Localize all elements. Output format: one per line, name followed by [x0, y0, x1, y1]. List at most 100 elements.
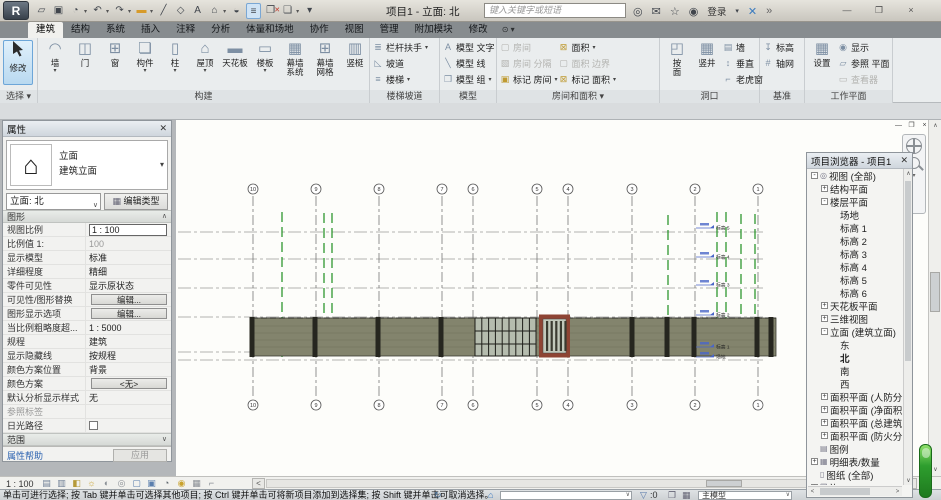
tab-系统[interactable]: 系统: [98, 22, 133, 38]
tool-显示[interactable]: ◉显示: [837, 39, 890, 55]
section-extents[interactable]: 范围∨: [3, 433, 171, 446]
browser-scroll-left-icon[interactable]: <: [808, 489, 817, 495]
tool-门[interactable]: ◫门: [70, 39, 100, 68]
panel-label[interactable]: 楼梯坡道: [370, 90, 439, 103]
property-value[interactable]: 1 : 5000: [85, 321, 171, 334]
section-icon[interactable]: ◒: [229, 3, 244, 19]
worksets-icon[interactable]: ⌂: [488, 490, 493, 500]
crop-view-icon[interactable]: ▢: [131, 478, 143, 489]
tree-item-族[interactable]: +❒族: [808, 481, 902, 485]
browser-scroll-right-icon[interactable]: >: [893, 489, 902, 495]
tab-注释[interactable]: 注释: [168, 22, 203, 38]
show-crop-region-icon[interactable]: ▣: [146, 478, 158, 489]
switch-windows-icon[interactable]: ❏: [280, 3, 295, 19]
project-browser-close-icon[interactable]: ✕: [900, 155, 908, 166]
tool-窗[interactable]: ⊞窗: [100, 39, 130, 68]
property-edit-field[interactable]: 1 : 100: [89, 224, 167, 236]
property-value[interactable]: 显示原状态: [85, 279, 171, 292]
panel-label[interactable]: 基准: [760, 90, 804, 103]
exchange-apps-icon[interactable]: ✕: [748, 5, 757, 18]
measure-icon-dropdown[interactable]: ▾: [150, 8, 153, 15]
tag-by-category-icon[interactable]: ◇: [173, 3, 188, 19]
sync-with-central-icon-dropdown[interactable]: ▾: [84, 8, 87, 15]
browser-vertical-scrollbar[interactable]: ∧ ∨: [903, 169, 912, 485]
楼板-dropdown-icon[interactable]: ▾: [250, 68, 280, 74]
sun-path-icon[interactable]: ☼: [86, 478, 98, 489]
signin-label[interactable]: 登录: [707, 4, 726, 18]
tool-构件[interactable]: ❏构件▾: [130, 39, 160, 74]
panel-label[interactable]: 模型: [440, 90, 496, 103]
panel-label-select[interactable]: 选择 ▾: [0, 90, 37, 103]
tool-模型 文字[interactable]: A模型 文字: [442, 39, 495, 55]
tree-item-面积平面 (人防分[interactable]: +面积平面 (人防分: [808, 390, 902, 403]
墙-dropdown-icon[interactable]: ▾: [40, 68, 70, 74]
tool-老虎窗[interactable]: ⌐老虎窗: [722, 71, 763, 87]
text-icon[interactable]: A: [190, 3, 205, 19]
minimize-button[interactable]: —: [836, 2, 858, 18]
view-restore-icon[interactable]: ❐: [907, 121, 916, 130]
scroll-left-icon[interactable]: <: [252, 478, 265, 489]
expand-icon[interactable]: +: [821, 432, 828, 439]
tool-设置[interactable]: ▦设置: [807, 39, 837, 68]
标记 面积-dropdown-icon[interactable]: ▾: [613, 76, 616, 83]
tab-建筑[interactable]: 建筑: [28, 22, 63, 38]
close-hidden-windows-icon[interactable]: ❐✕: [263, 3, 278, 19]
tab-体量和场地[interactable]: 体量和场地: [238, 22, 302, 38]
tree-item-面积平面 (净面积[interactable]: +面积平面 (净面积: [808, 403, 902, 416]
panel-label[interactable]: 构建: [38, 90, 369, 103]
property-button[interactable]: <无>: [91, 378, 167, 389]
tab-附加模块[interactable]: 附加模块: [407, 22, 461, 38]
panel-label[interactable]: 房间和面积 ▾: [497, 90, 659, 103]
tab-协作[interactable]: 协作: [302, 22, 337, 38]
柱-dropdown-icon[interactable]: ▾: [160, 68, 190, 74]
selection-cycle-icon[interactable]: ↻: [434, 490, 442, 500]
expand-icon[interactable]: +: [821, 406, 828, 413]
type-selector-dropdown-icon[interactable]: ▾: [160, 160, 164, 169]
tool-标高[interactable]: ↧标高: [762, 39, 794, 55]
tab-结构[interactable]: 结构: [63, 22, 98, 38]
property-value[interactable]: 100: [85, 237, 171, 250]
properties-close-icon[interactable]: ✕: [159, 123, 167, 134]
vertical-scroll-thumb[interactable]: [930, 272, 940, 312]
property-value[interactable]: 按规程: [85, 349, 171, 362]
drawing-vertical-scrollbar[interactable]: ∧ ∨: [928, 120, 941, 476]
tab-修改[interactable]: 修改: [461, 22, 496, 38]
close-button[interactable]: ×: [900, 2, 922, 18]
屋顶-dropdown-icon[interactable]: ▾: [190, 68, 220, 74]
property-button[interactable]: 编辑...: [91, 308, 167, 319]
horizontal-scroll-thumb[interactable]: [706, 480, 742, 487]
tree-item-面积平面 (防火分[interactable]: +面积平面 (防火分: [808, 429, 902, 442]
measure-icon[interactable]: ▬: [134, 3, 149, 19]
reveal-constraints-icon[interactable]: ⌐: [206, 478, 218, 489]
shadows-icon[interactable]: ◐: [101, 478, 113, 489]
expand-icon[interactable]: +: [821, 315, 828, 322]
expand-icon[interactable]: ∨: [162, 434, 167, 445]
tool-天花板[interactable]: ▬天花板: [220, 39, 250, 68]
tool-坡道[interactable]: ◺坡道: [372, 55, 428, 71]
tree-item-标高 3[interactable]: 标高 3: [808, 247, 902, 260]
tree-item-图纸 (全部)[interactable]: ▯图纸 (全部): [808, 468, 902, 481]
search-input[interactable]: 键入关键字或短语: [484, 3, 626, 18]
workset-combo[interactable]: ∨: [500, 491, 632, 500]
tool-竖梃[interactable]: ▥竖梃: [340, 39, 370, 68]
filter-icon[interactable]: ▽: [640, 490, 647, 500]
tree-item-标高 1[interactable]: 标高 1: [808, 221, 902, 234]
tree-item-标高 5[interactable]: 标高 5: [808, 273, 902, 286]
面积-dropdown-icon[interactable]: ▾: [593, 44, 596, 51]
switch-windows-icon-dropdown[interactable]: ▾: [296, 8, 299, 15]
section-graphics[interactable]: 图形∧: [3, 210, 171, 223]
undo-icon-dropdown[interactable]: ▾: [106, 8, 109, 15]
expand-icon[interactable]: +: [811, 458, 818, 465]
expand-icon[interactable]: +: [821, 393, 828, 400]
detail-level-icon[interactable]: ▥: [56, 478, 68, 489]
property-value[interactable]: [85, 405, 171, 418]
tool-标记 房间[interactable]: ▣标记 房间▾: [499, 71, 558, 87]
view-minimize-icon[interactable]: —: [894, 121, 903, 130]
property-button[interactable]: 编辑...: [91, 294, 167, 305]
redo-icon-dropdown[interactable]: ▾: [128, 8, 131, 15]
tree-item-图例[interactable]: ▤图例: [808, 442, 902, 455]
tool-楼板[interactable]: ▭楼板▾: [250, 39, 280, 74]
browser-scroll-thumb[interactable]: [905, 181, 911, 361]
browser-hscroll-thumb[interactable]: [820, 488, 870, 495]
tree-item-楼层平面[interactable]: -楼层平面: [808, 195, 902, 208]
